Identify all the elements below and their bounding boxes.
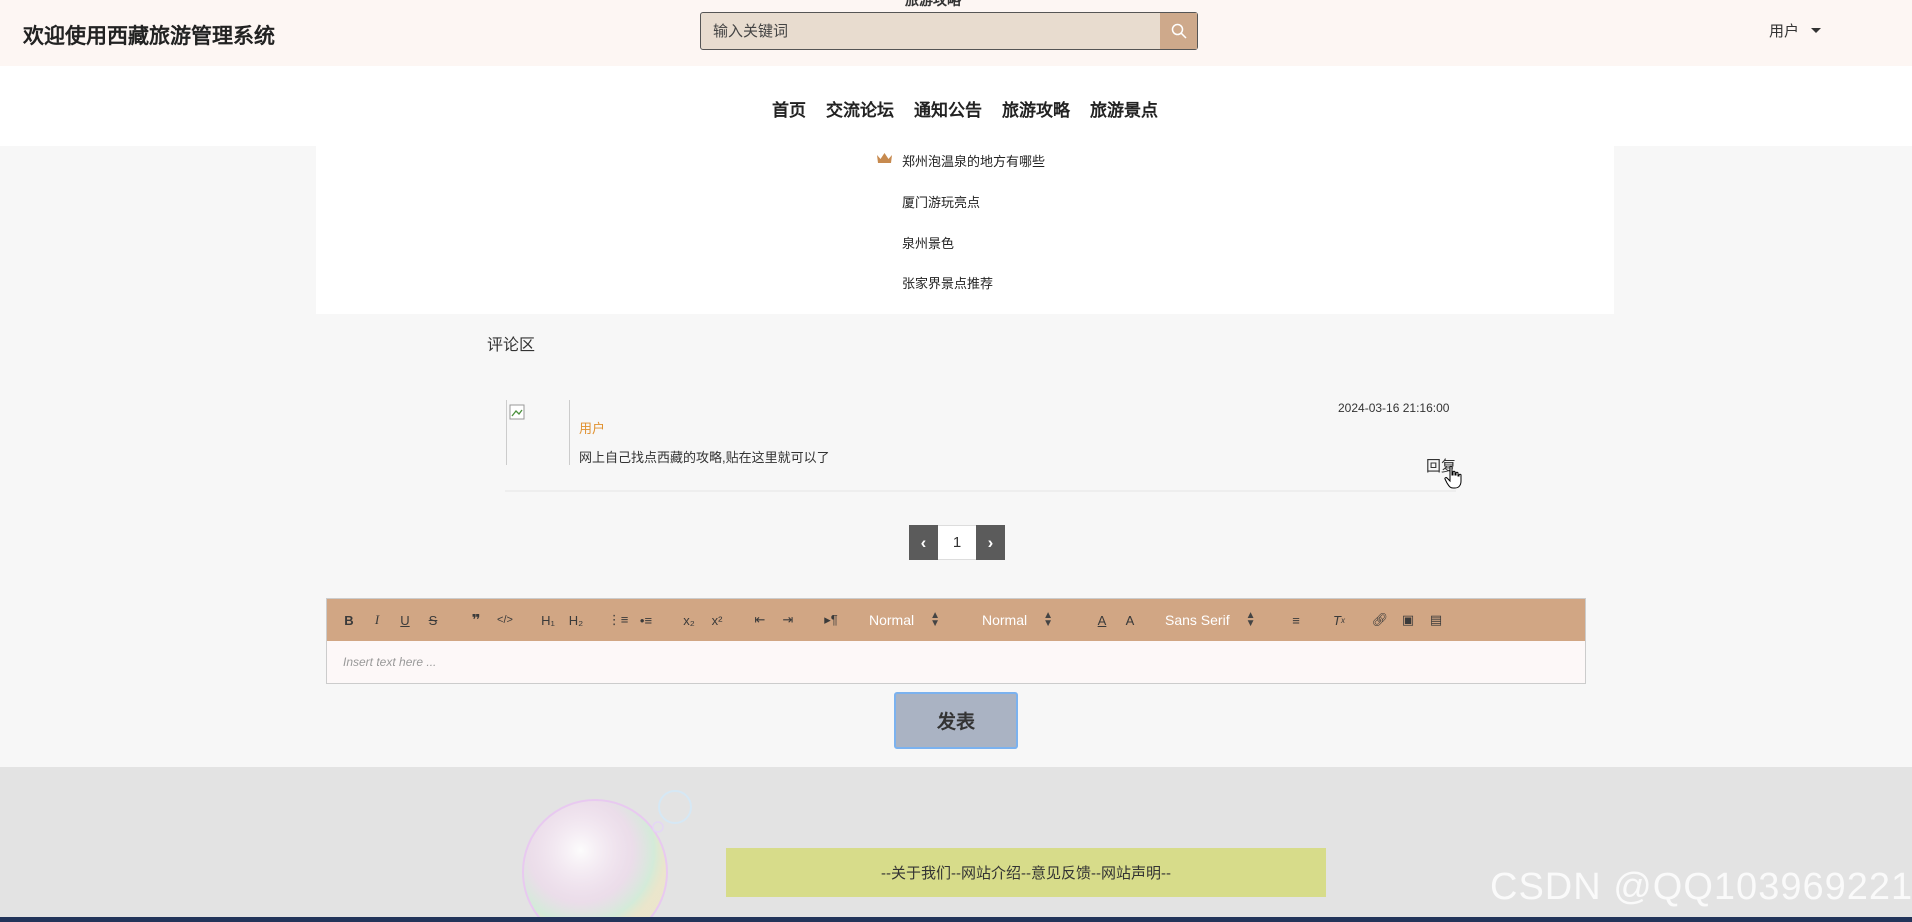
select-arrows-icon: ▲ ▼ (1043, 610, 1054, 629)
prev-page-button[interactable]: ‹ (909, 525, 938, 560)
pagination: ‹ 1 › (909, 525, 1005, 560)
caret-down-icon (1811, 28, 1822, 33)
font-select-label: Sans Serif (1165, 612, 1230, 628)
broken-image-icon (509, 404, 525, 420)
bubble-decoration (522, 790, 692, 922)
ordered-list-icon[interactable]: ⋮≡ (608, 609, 629, 631)
search-icon (1171, 23, 1187, 39)
select-arrows-icon: ▲ ▼ (930, 610, 941, 629)
subscript-icon[interactable]: x₂ (679, 609, 699, 631)
video-icon[interactable]: ▤ (1427, 609, 1445, 631)
nav-item-notices[interactable]: 通知公告 (914, 96, 982, 121)
search-button[interactable] (1160, 13, 1197, 49)
article-link-4[interactable]: 张家界景点推荐 (902, 273, 993, 292)
nav-item-home[interactable]: 首页 (772, 96, 806, 121)
text-direction-icon[interactable]: ▸¶ (821, 609, 841, 631)
select-arrows-icon: ▲ ▼ (1245, 610, 1256, 629)
size-select-label: Normal (982, 612, 1028, 628)
editor-toolbar: B I U S ❞ </> H₁ H₂ ⋮≡ •≡ x₂ x² ⇤ ⇥ ▸¶ N… (327, 599, 1585, 641)
article-link-2[interactable]: 厦门游玩亮点 (902, 192, 980, 211)
heading-2-icon[interactable]: H₂ (565, 609, 587, 631)
comment-divider (505, 490, 1456, 492)
underline-icon[interactable]: U (397, 609, 413, 631)
link-icon[interactable]: 🔗︎ (1371, 609, 1389, 631)
comment-section-title: 评论区 (487, 337, 536, 354)
nav-item-attractions[interactable]: 旅游景点 (1090, 96, 1158, 121)
article-link-1[interactable]: 郑州泡温泉的地方有哪些 (902, 151, 1045, 170)
font-select[interactable]: Sans Serif ▲ ▼ (1165, 609, 1275, 631)
italic-icon[interactable]: I (369, 609, 385, 631)
taskbar-strip (0, 917, 1912, 922)
next-page-button[interactable]: › (976, 525, 1005, 560)
search-input[interactable] (701, 13, 1161, 49)
editor-content-area[interactable]: Insert text here ... (327, 641, 1585, 683)
comment-username: 用户 (579, 421, 606, 436)
code-block-icon[interactable]: </> (495, 609, 515, 631)
background-color-icon[interactable]: A (1121, 609, 1139, 631)
image-icon[interactable]: ▣ (1399, 609, 1417, 631)
size-select[interactable]: Normal ▲ ▼ (982, 609, 1078, 631)
user-menu-label: 用户 (1769, 23, 1800, 40)
comment-timestamp: 2024-03-16 21:16:00 (1338, 401, 1450, 415)
hand-cursor-icon (1444, 465, 1462, 489)
bold-icon[interactable]: B (341, 609, 357, 631)
heading-1-icon[interactable]: H₁ (537, 609, 559, 631)
editor-placeholder: Insert text here ... (343, 655, 437, 669)
clipped-heading: 旅游攻略 (905, 0, 961, 8)
nav-item-guides[interactable]: 旅游攻略 (1002, 96, 1070, 121)
header-select-label: Normal (869, 612, 915, 628)
clear-format-icon[interactable]: Tx (1329, 609, 1349, 631)
bullet-list-icon[interactable]: •≡ (637, 609, 655, 631)
avatar (506, 400, 570, 465)
rich-text-editor: B I U S ❞ </> H₁ H₂ ⋮≡ •≡ x₂ x² ⇤ ⇥ ▸¶ N… (326, 598, 1586, 684)
text-color-icon[interactable]: A (1093, 609, 1111, 631)
footer-links[interactable]: --关于我们--网站介绍--意见反馈--网站声明-- (726, 848, 1326, 897)
comment-text: 网上自己找点西藏的攻略,贴在这里就可以了 (579, 450, 830, 465)
header-select[interactable]: Normal ▲ ▼ (869, 609, 965, 631)
indent-icon[interactable]: ⇥ (779, 609, 797, 631)
nav-item-forum[interactable]: 交流论坛 (826, 96, 894, 121)
user-menu[interactable]: 用户 (1769, 20, 1822, 41)
align-icon[interactable]: ≡ (1287, 609, 1305, 631)
search-box (700, 12, 1198, 50)
watermark: CSDN @QQ1039692211 (1490, 866, 1912, 908)
blockquote-icon[interactable]: ❞ (467, 609, 485, 631)
submit-button[interactable]: 发表 (894, 692, 1018, 749)
site-title: 欢迎使用西藏旅游管理系统 (23, 25, 275, 48)
top-header: 欢迎使用西藏旅游管理系统 用户 (0, 0, 1912, 67)
strike-icon[interactable]: S (425, 609, 441, 631)
page-number-1[interactable]: 1 (938, 525, 976, 560)
outdent-icon[interactable]: ⇤ (751, 609, 769, 631)
crown-icon (877, 153, 892, 163)
main-nav: 首页 交流论坛 通知公告 旅游攻略 旅游景点 (0, 66, 1912, 146)
superscript-icon[interactable]: x² (707, 609, 727, 631)
article-link-3[interactable]: 泉州景色 (902, 233, 954, 252)
